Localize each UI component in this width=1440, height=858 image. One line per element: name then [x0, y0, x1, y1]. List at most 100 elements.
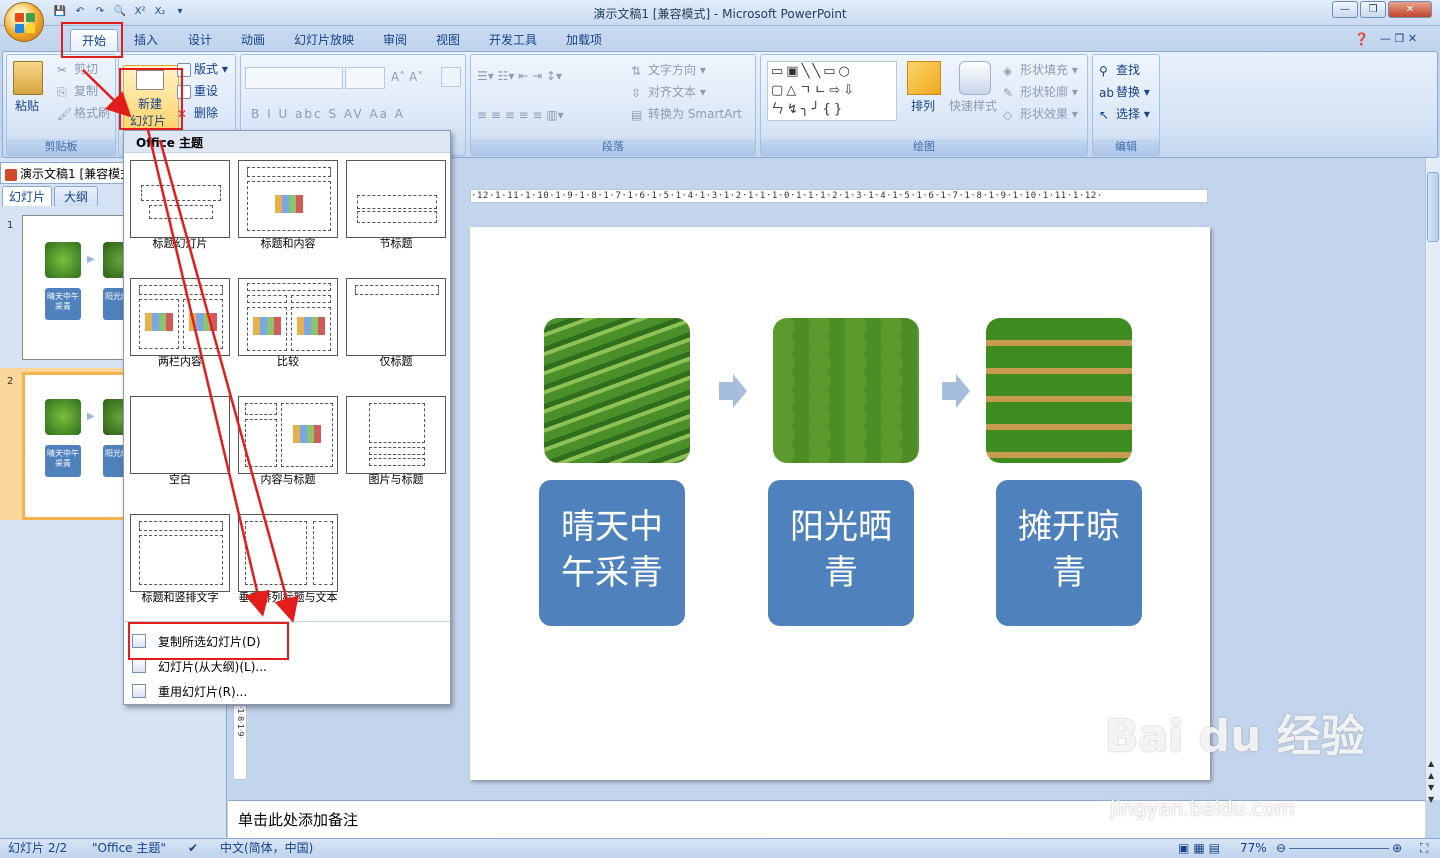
tea-picking-photo[interactable] — [544, 318, 690, 463]
step-box-3[interactable]: 摊开晾青 — [996, 480, 1142, 626]
find-button[interactable]: ⚲ 查找 — [1099, 61, 1140, 78]
document-tab[interactable]: 演示文稿1 [兼容模式] — [0, 162, 130, 184]
subscript-button[interactable]: X₂ — [152, 4, 168, 20]
language-indicator[interactable]: 中文(简体，中国) — [220, 839, 313, 858]
editing-group: ⚲ 查找 ab 替换 ▾ ↖ 选择 ▾ 编辑 — [1092, 54, 1160, 156]
minimize-button[interactable]: — — [1332, 1, 1358, 18]
tab-insert[interactable]: 插入 — [124, 29, 168, 51]
align-buttons[interactable]: ≡ ≡ ≡ ≡ ≡ ▥▾ — [477, 108, 564, 122]
layout-comparison[interactable] — [238, 278, 338, 356]
quick-styles-button[interactable]: 快速样式 — [949, 97, 997, 114]
superscript-button[interactable]: X² — [132, 4, 148, 20]
annotation-box-home-tab — [61, 22, 123, 58]
redo-icon[interactable]: ↷ — [92, 4, 108, 20]
layout-title-vertical-text[interactable] — [130, 514, 230, 592]
annotation-box-duplicate — [128, 622, 289, 660]
fit-window-icon[interactable]: ⛶ — [1420, 839, 1428, 858]
ribbon-minimize-icon[interactable]: — ❐ ✕ — [1380, 32, 1417, 45]
shape-outline-button[interactable]: ✎ 形状轮廓 ▾ — [1003, 83, 1078, 100]
layout-label: 图片与标题 — [368, 473, 424, 486]
save-icon[interactable]: 💾 — [52, 4, 68, 20]
tab-add-ins[interactable]: 加载项 — [557, 29, 611, 51]
slide-canvas[interactable]: 晴天中午采青 阳光晒青 摊开晾青 — [470, 227, 1210, 780]
office-button[interactable] — [4, 2, 44, 42]
close-button[interactable]: ✕ — [1388, 1, 1432, 18]
layout-title-slide[interactable] — [130, 160, 230, 238]
font-style-buttons[interactable]: B I U abc S AV Aa A — [251, 107, 405, 121]
maximize-button[interactable]: ❐ — [1360, 1, 1386, 18]
thumb-photo — [45, 399, 81, 435]
text-direction-button[interactable]: ⇅ 文字方向 ▾ — [631, 61, 706, 78]
reset-button[interactable]: 重设 — [177, 82, 218, 99]
delete-button[interactable]: ✕ 删除 — [177, 104, 218, 121]
tab-slides[interactable]: 幻灯片 — [2, 186, 52, 206]
reuse-slides-item[interactable]: 重用幻灯片(R)... — [124, 679, 450, 703]
format-painter-button[interactable]: 🖌 格式刷 — [57, 104, 110, 121]
help-icon[interactable]: ❓ — [1354, 32, 1369, 46]
cut-button[interactable]: ✂ 剪切 — [57, 60, 98, 77]
layout-label: 空白 — [169, 473, 191, 486]
thumb-arrow-icon: ▶ — [87, 254, 95, 265]
step-box-1[interactable]: 晴天中午采青 — [539, 480, 685, 626]
paste-button[interactable]: 粘贴 — [15, 97, 39, 114]
spell-check-icon[interactable]: ✔ — [188, 839, 198, 858]
undo-icon[interactable]: ↶ — [72, 4, 88, 20]
tab-review[interactable]: 审阅 — [373, 29, 417, 51]
replace-button[interactable]: ab 替换 ▾ — [1099, 83, 1150, 100]
layout-two-content[interactable] — [130, 278, 230, 356]
layout-title-content[interactable] — [238, 160, 338, 238]
list-buttons[interactable]: ☰▾ ☷▾ ⇤ ⇥ ↕▾ — [477, 69, 562, 83]
customize-qat-icon[interactable]: ▾ — [172, 4, 188, 20]
pptx-icon — [5, 168, 17, 181]
tab-developer[interactable]: 开发工具 — [480, 29, 546, 51]
layout-section-header[interactable] — [346, 160, 446, 238]
scroll-thumb[interactable] — [1427, 172, 1439, 242]
tab-design[interactable]: 设计 — [178, 29, 222, 51]
slide-thumbnail-2[interactable]: ▶ 晴天中午采青 阳光晒青 — [22, 372, 132, 520]
office-logo-icon — [15, 13, 35, 33]
tab-view[interactable]: 视图 — [426, 29, 470, 51]
zoom-level[interactable]: 77% — [1240, 839, 1267, 858]
print-preview-icon[interactable]: 🔍 — [112, 4, 128, 20]
shape-fill-button[interactable]: ◈ 形状填充 ▾ — [1003, 61, 1078, 78]
layout-title-only[interactable] — [346, 278, 446, 356]
copy-button[interactable]: ⎘ 复制 — [57, 82, 98, 99]
clear-format-icon[interactable] — [441, 67, 461, 87]
arrange-icon — [907, 61, 941, 95]
layout-label: 垂直排列标题与文本 — [238, 591, 338, 604]
tab-outline[interactable]: 大纲 — [54, 186, 98, 206]
slide-thumbnail-1[interactable]: ▶ 晴天中午采青 阳光晒青 — [22, 215, 132, 360]
align-text-button[interactable]: ⇳ 对齐文本 ▾ — [631, 83, 706, 100]
font-name-combo[interactable] — [245, 67, 343, 89]
layout-label: 标题和竖排文字 — [141, 591, 219, 604]
status-bar: 幻灯片 2/2 "Office 主题" ✔ 中文(简体，中国) ▣▦▤ 77% … — [0, 838, 1440, 858]
layout-content-caption[interactable] — [238, 396, 338, 474]
layout-button[interactable]: 版式 ▾ — [177, 60, 228, 77]
view-buttons[interactable]: ▣▦▤ — [1178, 839, 1224, 858]
layout-blank[interactable] — [130, 396, 230, 474]
step-box-2[interactable]: 阳光晒青 — [768, 480, 914, 626]
smartart-icon: ▤ — [631, 107, 643, 122]
thumb-arrow-icon: ▶ — [87, 411, 95, 422]
sun-withering-photo[interactable] — [773, 318, 919, 463]
layout-vertical-title-text[interactable] — [238, 514, 338, 592]
tab-slide-show[interactable]: 幻灯片放映 — [287, 29, 361, 51]
grow-shrink-font-buttons[interactable]: A˄ A˅ — [391, 70, 423, 84]
smartart-button[interactable]: ▤ 转换为 SmartArt — [631, 105, 742, 122]
editing-group-label: 编辑 — [1093, 139, 1159, 155]
baidu-watermark: Bai du 经验 — [1105, 711, 1365, 762]
layout-picture-caption[interactable] — [346, 396, 446, 474]
theme-name: "Office 主题" — [92, 841, 166, 855]
prev-next-slide-icons[interactable]: ▲ ▲ ▼ ▼ — [1428, 758, 1434, 806]
arrange-button[interactable]: 排列 — [911, 97, 935, 114]
cooling-tea-photo[interactable] — [986, 318, 1132, 463]
thumb-step-box: 晴天中午采青 — [45, 288, 81, 320]
zoom-slider[interactable]: ⊖ ⊕ — [1276, 839, 1411, 858]
layout-gallery-header: Office 主题 — [124, 131, 450, 153]
select-button[interactable]: ↖ 选择 ▾ — [1099, 105, 1150, 122]
tab-animations[interactable]: 动画 — [231, 29, 275, 51]
shapes-gallery[interactable]: ▭▣╲╲▭○ ▢△ㄱㄴ⇨⇩ ㄣ↯╮╯{} — [767, 61, 897, 121]
font-size-combo[interactable] — [345, 67, 385, 89]
shape-effects-button[interactable]: ◇ 形状效果 ▾ — [1003, 105, 1078, 122]
vertical-scrollbar[interactable]: ▲ ▲ ▼ ▼ — [1425, 158, 1440, 804]
